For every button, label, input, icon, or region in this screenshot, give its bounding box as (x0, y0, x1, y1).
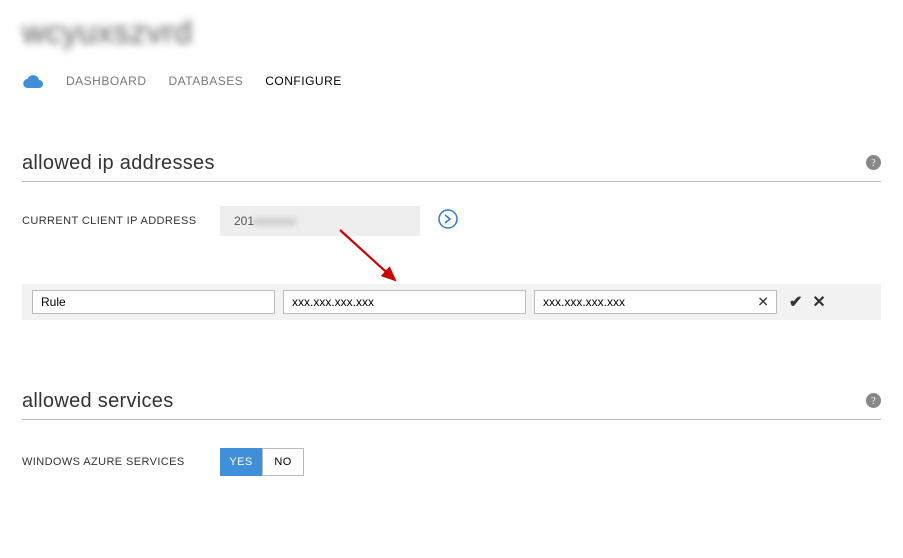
end-ip-input[interactable] (534, 290, 777, 314)
ip-rule-row: ✕ ✔ ✕ (22, 284, 881, 320)
section-title-allowed-services: allowed services (22, 390, 174, 413)
svg-text:?: ? (871, 158, 876, 169)
svg-text:?: ? (871, 396, 876, 407)
tab-bar: DASHBOARD DATABASES CONFIGURE (22, 69, 881, 92)
clear-end-ip-icon[interactable]: ✕ (753, 294, 773, 311)
section-allowed-services: allowed services ? WINDOWS AZURE SERVICE… (22, 390, 881, 476)
ip-blurred: xxxxxxx (254, 214, 296, 228)
cloud-icon (22, 73, 44, 89)
current-client-ip-label: CURRENT CLIENT IP ADDRESS (22, 215, 198, 227)
confirm-rule-icon[interactable]: ✔ (789, 292, 802, 312)
azure-services-toggle: YES NO (220, 448, 304, 476)
ip-prefix: 201 (234, 214, 254, 228)
section-title-allowed-ip: allowed ip addresses (22, 152, 215, 175)
azure-no-button[interactable]: NO (262, 448, 304, 476)
section-allowed-ip: allowed ip addresses ? CURRENT CLIENT IP… (22, 152, 881, 320)
page-title: wcyuxszvrd (22, 14, 881, 51)
current-client-ip-value: 201xxxxxxx (220, 206, 420, 236)
tab-databases[interactable]: DATABASES (169, 70, 244, 92)
azure-yes-button[interactable]: YES (220, 448, 262, 476)
azure-services-label: WINDOWS AZURE SERVICES (22, 456, 198, 468)
help-icon[interactable]: ? (866, 393, 881, 413)
add-current-ip-button[interactable] (438, 209, 458, 234)
cancel-rule-icon[interactable]: ✕ (812, 292, 825, 312)
rule-name-input[interactable] (32, 290, 275, 314)
tab-configure[interactable]: CONFIGURE (265, 70, 342, 92)
help-icon[interactable]: ? (866, 155, 881, 175)
start-ip-input[interactable] (283, 290, 526, 314)
tab-dashboard[interactable]: DASHBOARD (66, 70, 147, 92)
